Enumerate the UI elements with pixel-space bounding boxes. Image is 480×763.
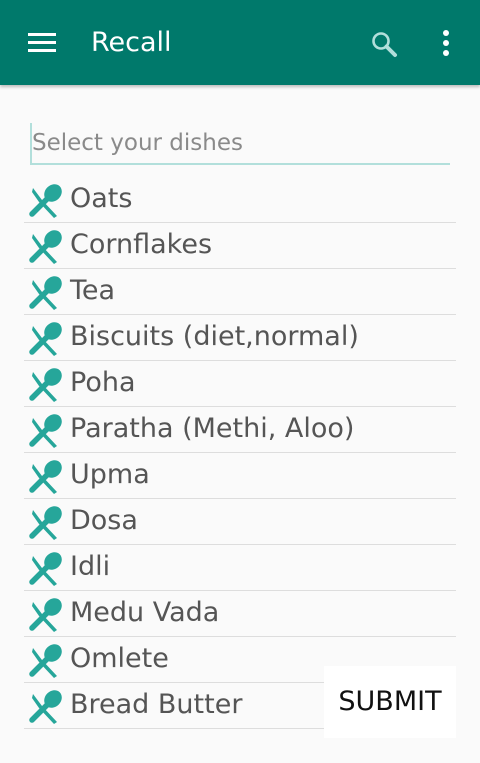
submit-button[interactable]: SUBMIT (324, 666, 456, 738)
list-item[interactable]: Idli (24, 545, 456, 591)
search-icon[interactable] (370, 30, 398, 58)
spoon-knife-icon (28, 275, 64, 311)
spoon-knife-icon (28, 643, 64, 679)
list-item[interactable]: Oats (24, 177, 456, 223)
dish-label: Cornflakes (70, 229, 213, 260)
list-item[interactable]: Tea (24, 269, 456, 315)
dish-selection-panel: Oats Cornflakes Tea Biscuits (diet,normal) P… (0, 85, 480, 736)
list-item[interactable]: Dosa (24, 499, 456, 545)
list-item[interactable]: Poha (24, 361, 456, 407)
spoon-knife-icon (28, 413, 64, 449)
dish-label: Omlete (70, 643, 169, 674)
dish-label: Bread Butter (70, 689, 243, 720)
hamburger-menu-icon[interactable] (26, 31, 58, 55)
list-item[interactable]: Paratha (Methi, Aloo) (24, 407, 456, 453)
dish-list: Oats Cornflakes Tea Biscuits (diet,normal) P… (24, 177, 456, 736)
spoon-knife-icon (28, 229, 64, 265)
dish-label: Tea (70, 275, 116, 306)
spoon-knife-icon (28, 505, 64, 541)
spoon-knife-icon (28, 597, 64, 633)
dish-label: Paratha (Methi, Aloo) (70, 413, 355, 444)
spoon-knife-icon (28, 183, 64, 219)
more-vert-icon[interactable] (436, 30, 456, 58)
app-bar: Recall (0, 0, 480, 85)
dish-label: Oats (70, 183, 133, 214)
spoon-knife-icon (28, 551, 64, 587)
dish-label: Upma (70, 459, 150, 490)
list-item[interactable]: Cornflakes (24, 223, 456, 269)
dish-label: Idli (70, 551, 111, 582)
app-title: Recall (91, 27, 172, 58)
spoon-knife-icon (28, 367, 64, 403)
dish-label: Poha (70, 367, 136, 398)
dish-label: Biscuits (diet,normal) (70, 321, 359, 352)
dish-search-input[interactable] (30, 123, 450, 165)
spoon-knife-icon (28, 459, 64, 495)
spoon-knife-icon (28, 689, 64, 725)
spoon-knife-icon (28, 321, 64, 357)
list-item[interactable]: Biscuits (diet,normal) (24, 315, 456, 361)
list-item[interactable]: Medu Vada (24, 591, 456, 637)
list-item[interactable]: Upma (24, 453, 456, 499)
dish-label: Dosa (70, 505, 138, 536)
spoon-knife-icon (28, 735, 64, 736)
dish-label: Medu Vada (70, 597, 220, 628)
